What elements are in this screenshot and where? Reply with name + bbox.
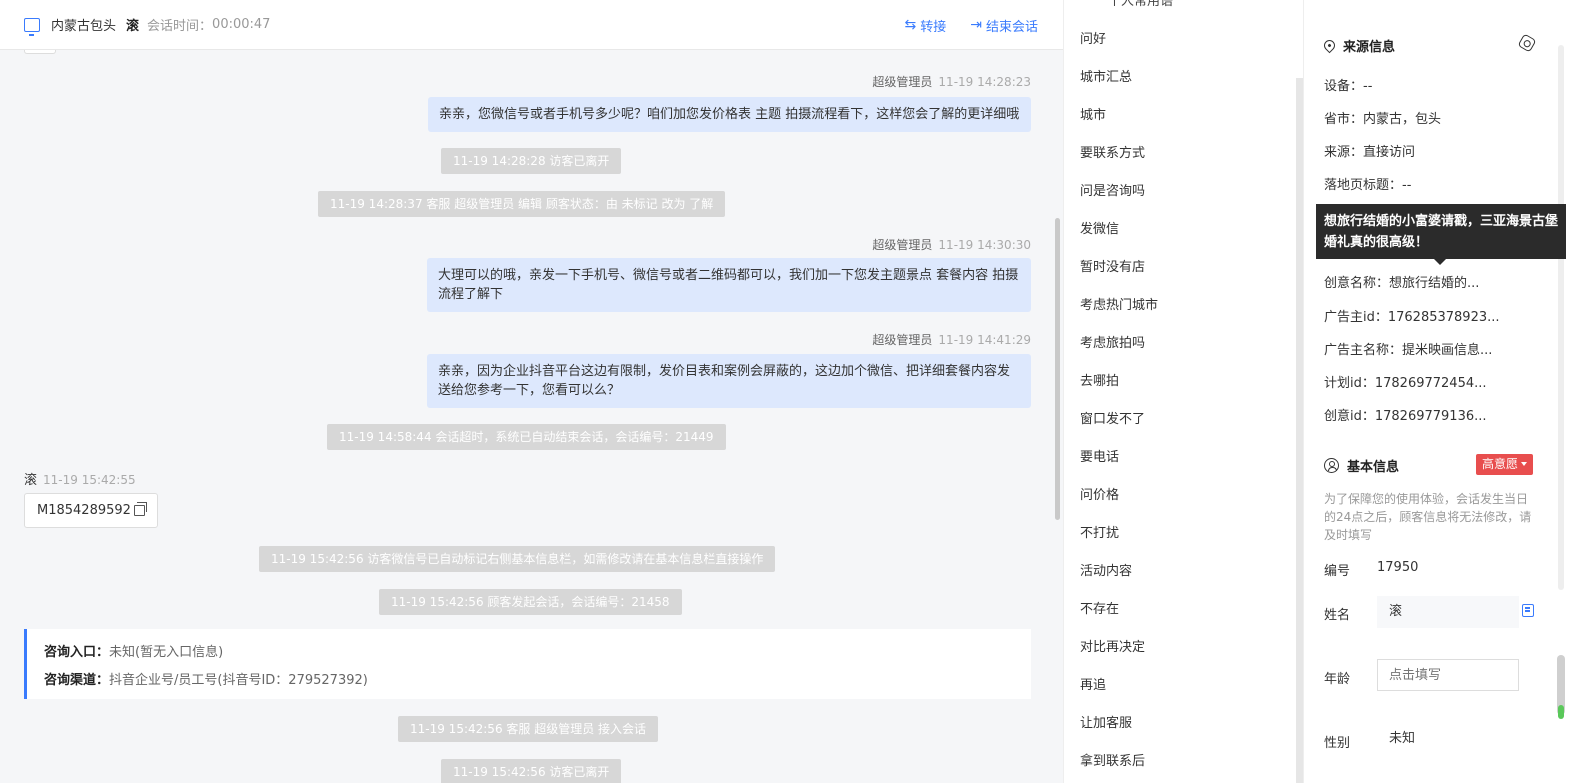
quick-reply-item[interactable]: 对比再决定 — [1080, 636, 1145, 655]
quick-reply-item[interactable]: 城市汇总 — [1080, 66, 1132, 85]
quick-reply-item[interactable]: 考虑旅拍吗 — [1080, 332, 1145, 351]
id-value: 17950 — [1377, 560, 1419, 575]
chat-scrollbar[interactable] — [1055, 218, 1060, 520]
session-time: 00:00:47 — [212, 17, 271, 32]
source-landing-title: 落地页标题：-- — [1324, 178, 1412, 193]
source-creative-name[interactable]: 创意名称：想旅行结婚的... — [1324, 272, 1479, 291]
basic-info-title: 基本信息 — [1324, 456, 1399, 475]
message-meta: 超级管理员 11-19 14:30:30 — [872, 238, 1031, 252]
quick-reply-item[interactable]: 不打扰 — [1080, 522, 1119, 541]
system-message: 11-19 14:28:37 客服 超级管理员 编辑 顾客状态：由 未标记 改为… — [318, 191, 726, 217]
user-icon — [1324, 458, 1339, 473]
quick-reply-item[interactable]: 问好 — [1080, 28, 1106, 47]
session-time-label: 会话时间： — [147, 19, 213, 34]
quick-reply-item[interactable]: 发微信 — [1080, 218, 1119, 237]
quick-reply-item[interactable]: 再追 — [1080, 674, 1106, 693]
transfer-button[interactable]: ⇆ 转接 — [905, 16, 947, 35]
quick-reply-item[interactable]: 要联系方式 — [1080, 142, 1145, 161]
agent-message: 大理可以的哦，亲发一下手机号、微信号或者二维码都可以，我们加一下您发主题景点 套… — [427, 258, 1031, 312]
system-message: 11-19 14:28:28 访客已离开 — [441, 148, 622, 174]
monitor-icon — [24, 17, 40, 36]
age-label: 年龄 — [1324, 672, 1351, 687]
exit-icon: ⇥ — [970, 17, 982, 33]
system-message: 11-19 15:42:56 顾客发起会话，会话编号：21458 — [379, 589, 682, 615]
source-advertiser-name[interactable]: 广告主名称：提米映画信息... — [1324, 339, 1492, 358]
visitor-name: 滚 — [126, 19, 140, 34]
quick-reply-group: 个人常用语 — [1108, 0, 1174, 9]
message-meta: 超级管理员 11-19 14:28:23 — [872, 75, 1031, 89]
panel-scroll-thumb[interactable] — [1557, 655, 1565, 719]
copy-icon[interactable] — [133, 502, 147, 516]
quick-reply-item[interactable]: 让加客服 — [1080, 712, 1132, 731]
age-input[interactable] — [1377, 659, 1519, 691]
message-meta: 滚 11-19 15:42:55 — [24, 473, 136, 488]
quick-reply-item[interactable]: 城市 — [1080, 104, 1106, 123]
source-province: 省市：内蒙古，包头 — [1324, 112, 1442, 127]
agent-message: 亲亲，您微信号或者手机号多少呢？咱们加您发价格表 主题 拍摄流程看下，这样您会了… — [428, 97, 1031, 132]
visitor-info-panel: 来源信息 设备：-- 省市：内蒙古，包头 来源：直接访问 落地页标题：-- 创意… — [1303, 0, 1569, 783]
location-pin-icon — [1321, 37, 1338, 54]
system-message: 11-19 15:42:56 客服 超级管理员 接入会话 — [398, 716, 659, 742]
visitor-message: M1854289592 — [24, 493, 158, 528]
id-label: 编号 — [1324, 564, 1351, 579]
quick-reply-list: 个人常用语 问好 城市汇总 城市 要联系方式 问是咨询吗 发微信 暂时没有店 考… — [1063, 0, 1303, 783]
visitor-location: 内蒙古包头 — [51, 19, 117, 34]
chat-area: 内蒙古包头 滚 会话时间： 00:00:47 ⇆ 转接 ⇥ 结束会话 超级管理员… — [0, 0, 1063, 783]
system-message: 11-19 15:42:56 访客微信号已自动标记右侧基本信息栏，如需修改请在基… — [259, 546, 776, 572]
gender-field[interactable]: 未知 — [1377, 723, 1519, 755]
edit-notice: 为了保障您的使用体验，会话发生当日的24点之后，顾客信息将无法修改，请及时填写 — [1324, 492, 1532, 542]
source-plan-id[interactable]: 计划id：178269772454... — [1324, 372, 1487, 391]
quick-reply-item[interactable]: 不存在 — [1080, 598, 1119, 617]
quick-reply-item[interactable]: 考虑热门城市 — [1080, 294, 1158, 313]
source-device: 设备：-- — [1324, 79, 1373, 94]
source-advertiser-id[interactable]: 广告主id：176285378923... — [1324, 306, 1500, 325]
creative-tooltip: 想旅行结婚的小富婆请戳，三亚海景古堡婚礼真的很高级！ — [1316, 204, 1566, 265]
edit-icon[interactable] — [1522, 604, 1534, 617]
gender-label: 性别 — [1324, 736, 1351, 751]
source-channel: 来源：直接访问 — [1324, 145, 1416, 160]
quick-reply-item[interactable]: 暂时没有店 — [1080, 256, 1145, 275]
quick-reply-item[interactable]: 要电话 — [1080, 446, 1119, 465]
quick-reply-item[interactable]: 问是咨询吗 — [1080, 180, 1145, 199]
message-meta: 超级管理员 11-19 14:41:29 — [872, 333, 1031, 347]
system-message: 11-19 15:42:56 访客已离开 — [441, 759, 622, 783]
consult-entry-card: 咨询入口：未知(暂无入口信息) 咨询渠道：抖音企业号/员工号(抖音号ID：279… — [24, 629, 1031, 699]
transfer-icon: ⇆ — [904, 17, 917, 33]
quick-reply-item[interactable]: 去哪拍 — [1080, 370, 1119, 389]
quick-reply-scrollbar[interactable] — [1296, 78, 1303, 783]
agent-message: 亲亲，因为企业抖音平台这边有限制，发价目表和案例会屏蔽的，这边加个微信、把详细套… — [427, 354, 1031, 408]
source-info-title: 来源信息 — [1321, 36, 1395, 55]
chat-header: 内蒙古包头 滚 会话时间： 00:00:47 ⇆ 转接 ⇥ 结束会话 — [0, 0, 1063, 50]
source-creative-id[interactable]: 创意id：178269779136... — [1324, 405, 1487, 424]
quick-reply-item[interactable]: 问价格 — [1080, 484, 1119, 503]
name-field[interactable]: 滚 — [1377, 596, 1519, 628]
system-message: 11-19 14:58:44 会话超时，系统已自动结束会话，会话编号：21449 — [327, 424, 726, 450]
panel-scrollbar[interactable] — [1558, 45, 1564, 590]
quick-reply-item[interactable]: 窗口发不了 — [1080, 408, 1145, 427]
end-session-button[interactable]: ⇥ 结束会话 — [970, 16, 1038, 35]
intent-badge[interactable]: 高意愿 — [1476, 454, 1534, 475]
quick-reply-item[interactable]: 拿到联系后 — [1080, 750, 1145, 769]
quick-reply-item[interactable]: 活动内容 — [1080, 560, 1132, 579]
settings-icon[interactable] — [1517, 33, 1537, 53]
name-label: 姓名 — [1324, 608, 1351, 623]
